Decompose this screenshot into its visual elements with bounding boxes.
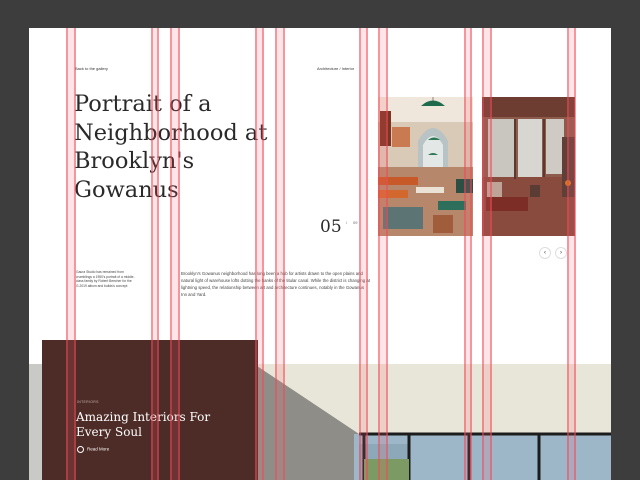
category-breadcrumb[interactable]: Architecture / Interior <box>317 66 354 71</box>
gallery-photo-lounge[interactable] <box>482 97 575 236</box>
back-to-gallery-link[interactable]: Back to the gallery <box>75 66 108 71</box>
slide-counter-total: 09 <box>353 220 358 225</box>
restaurant-photo-image <box>378 97 473 236</box>
article-title: Portrait of a Neighborhood at Brooklyn's… <box>74 91 268 203</box>
promo-title: Amazing Interiors For Every Soul <box>76 410 211 439</box>
slide-counter-separator: / <box>346 220 348 225</box>
promo-panel: INTERIORS Amazing Interiors For Every So… <box>42 340 258 480</box>
gallery-next-button[interactable]: › <box>555 247 567 259</box>
article-caption: Gaura Studio has remained from crumbling… <box>76 270 135 288</box>
article-page: Back to the gallery Architecture / Inter… <box>29 28 611 480</box>
gallery-prev-button[interactable]: ‹ <box>539 247 551 259</box>
read-more-label: Read More <box>87 446 110 452</box>
slide-counter-current: 05 <box>320 217 342 237</box>
promo-section-label: INTERIORS <box>77 400 99 404</box>
article-body: Brooklyn's Gowanus neighborhood has long… <box>181 271 370 297</box>
gallery-photo-restaurant[interactable] <box>378 97 473 236</box>
lounge-photo-image <box>482 97 575 236</box>
read-more-button[interactable]: Read More <box>77 446 109 453</box>
circle-arrow-icon <box>77 446 84 453</box>
